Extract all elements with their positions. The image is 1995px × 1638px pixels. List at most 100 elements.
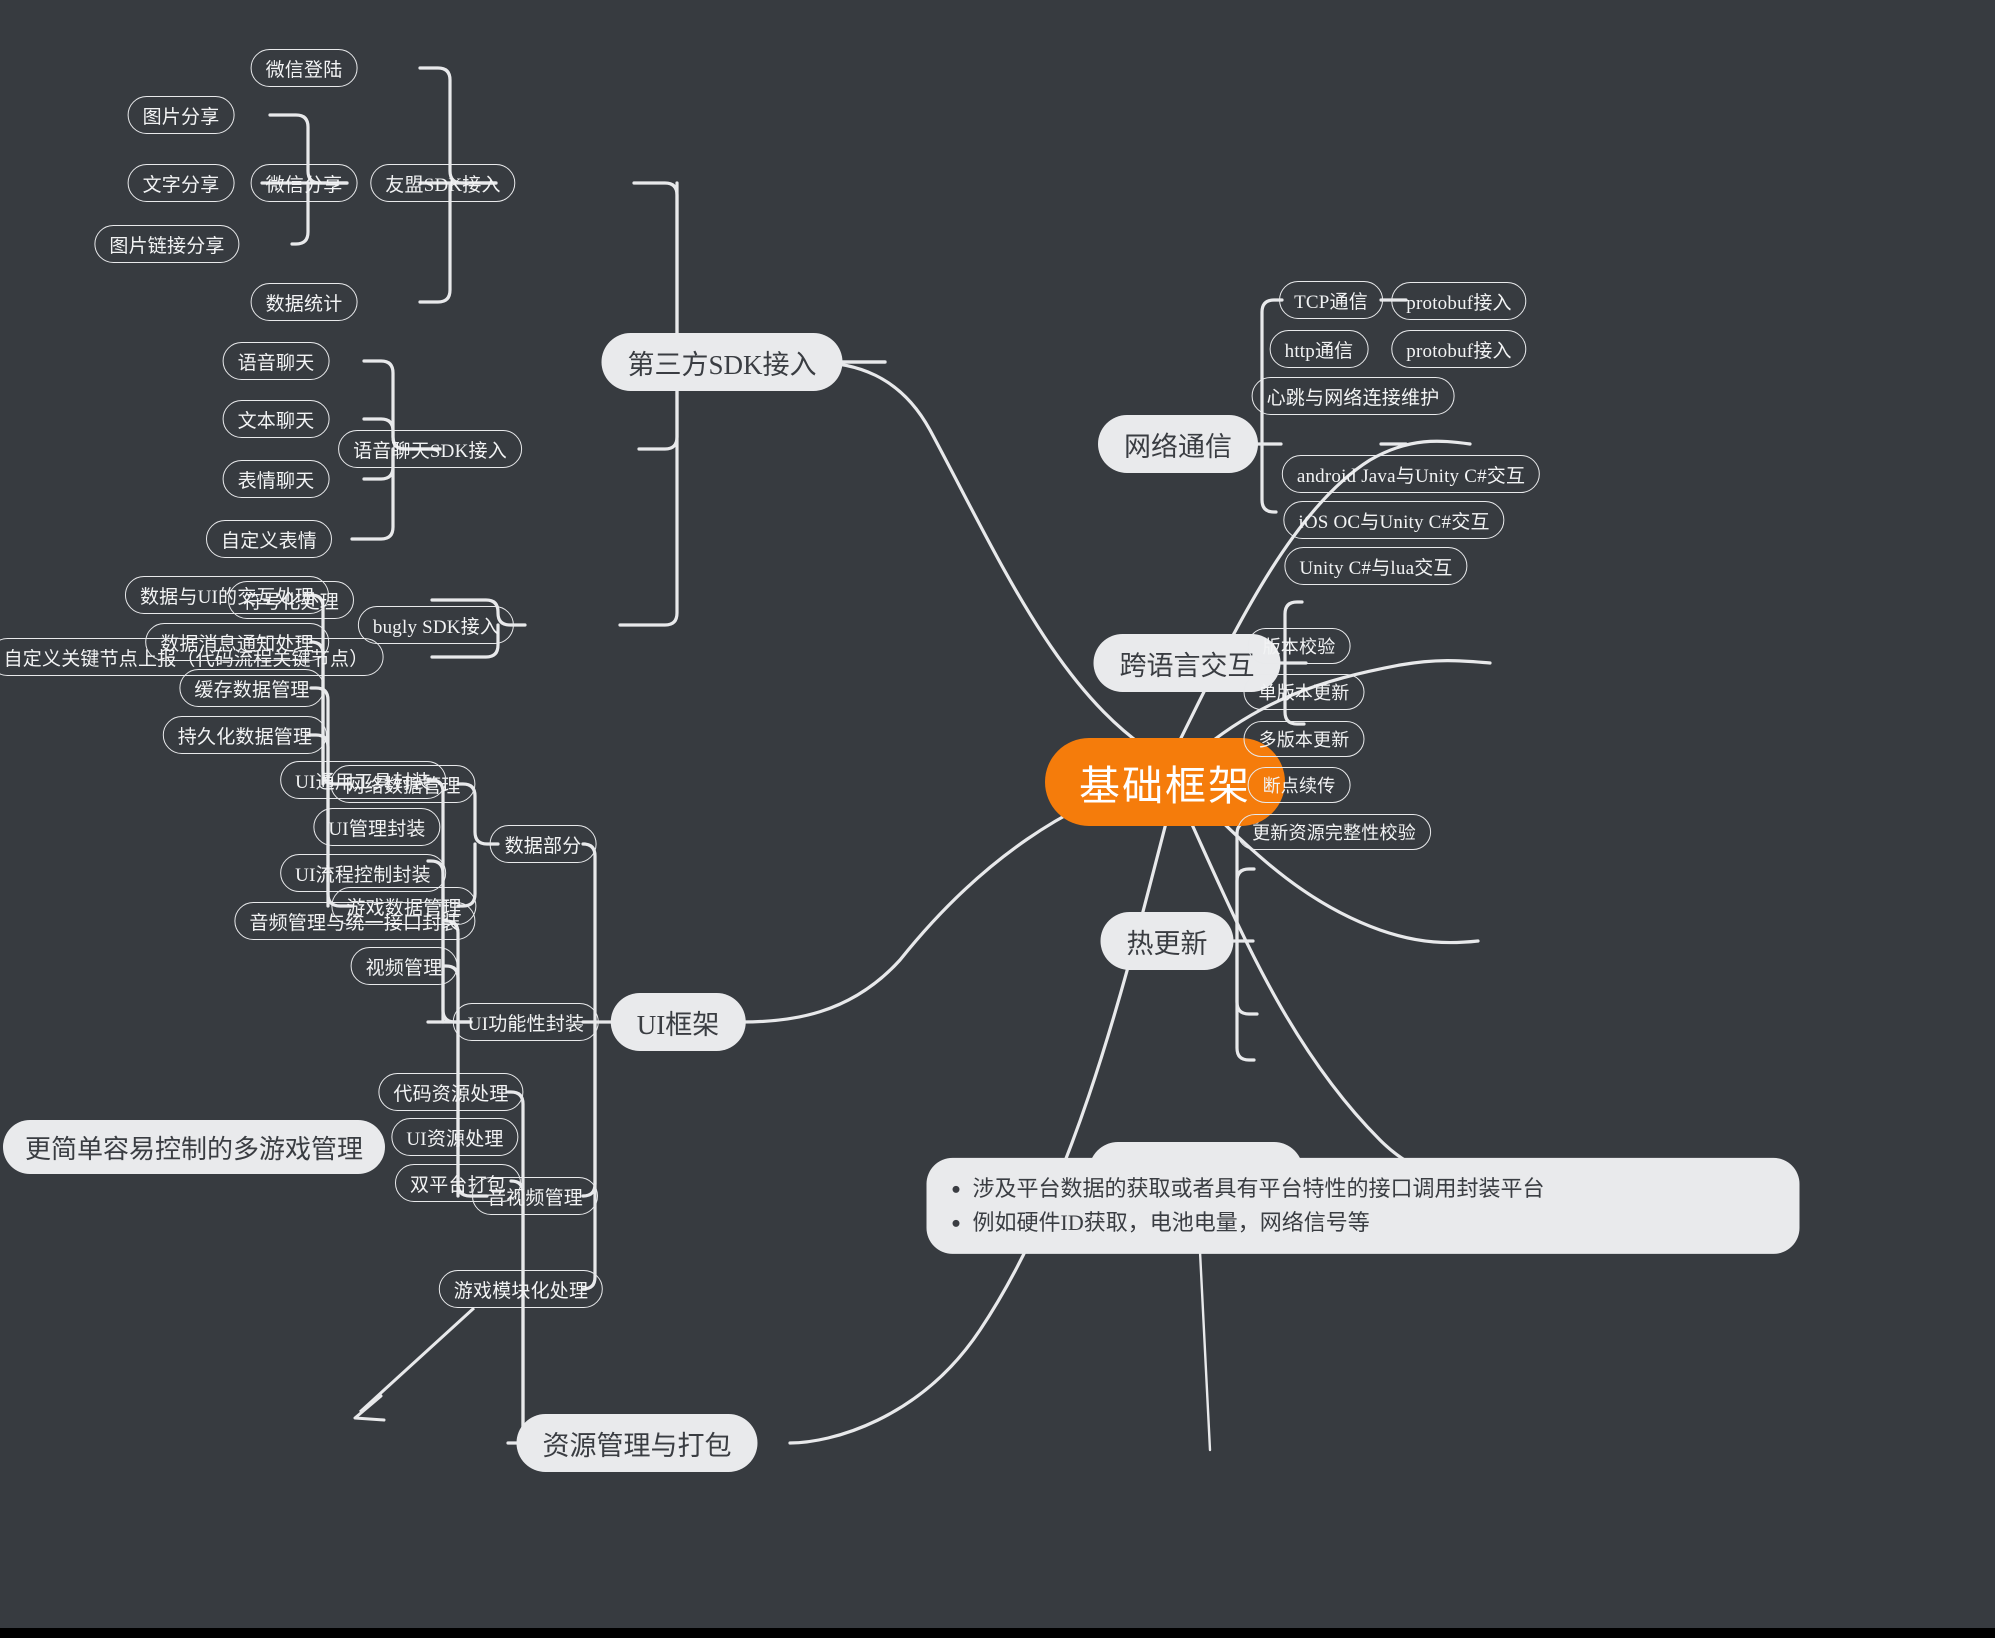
- node-http-communication[interactable]: http通信: [1269, 330, 1369, 368]
- link-net-k1: [1260, 298, 1284, 446]
- node-wechat-share[interactable]: 微信分享: [250, 164, 358, 202]
- node-version-check[interactable]: 版本校验: [1247, 628, 1351, 664]
- node-label: 多版本更新: [1258, 730, 1350, 750]
- node-label: UI通用工具封装: [295, 771, 431, 793]
- node-label: android Java与Unity C#交互: [1296, 465, 1526, 487]
- node-image-link-share[interactable]: 图片链接分享: [94, 225, 240, 263]
- node-data-part[interactable]: 数据部分: [489, 825, 597, 863]
- node-video-management[interactable]: 视频管理: [350, 947, 458, 985]
- node-unity-lua[interactable]: Unity C#与lua交互: [1284, 547, 1468, 585]
- node-label: UI资源处理: [406, 1128, 504, 1150]
- node-heartbeat-connection-maintenance[interactable]: 心跳与网络连接维护: [1251, 377, 1455, 415]
- branch-ui-framework[interactable]: UI框架: [610, 993, 746, 1051]
- node-label: 语音聊天SDK接入: [353, 440, 507, 462]
- root-label: 基础框架: [1079, 763, 1251, 809]
- node-ui-flow-control-encapsulation[interactable]: UI流程控制封装: [280, 854, 446, 892]
- platform-note-box: 涉及平台数据的获取或者具有平台特性的接口调用封装平台 例如硬件ID获取，电池电量…: [926, 1157, 1800, 1255]
- node-ios-oc-unity[interactable]: iOS OC与Unity C#交互: [1283, 501, 1505, 539]
- node-data-ui-interaction[interactable]: 数据与UI的交互处理: [124, 576, 330, 614]
- node-wechat-login[interactable]: 微信登陆: [250, 49, 358, 87]
- branch-label: 第三方SDK接入: [627, 349, 817, 380]
- node-label: 代码资源处理: [393, 1083, 509, 1105]
- node-text-share[interactable]: 文字分享: [127, 164, 235, 202]
- node-label: UI管理封装: [328, 818, 426, 840]
- branch-label: 跨语言交互: [1119, 650, 1255, 681]
- node-ui-resource-processing[interactable]: UI资源处理: [391, 1118, 519, 1156]
- node-ui-manager-encapsulation[interactable]: UI管理封装: [313, 808, 441, 846]
- node-label: 自定义表情: [220, 530, 318, 552]
- node-dual-platform-packaging[interactable]: 双平台打包: [394, 1164, 522, 1202]
- node-multi-version-update[interactable]: 多版本更新: [1243, 721, 1365, 757]
- branch-label: 网络通信: [1124, 431, 1232, 462]
- node-custom-emoji[interactable]: 自定义表情: [205, 520, 333, 558]
- connector-layer: [260, 66, 1500, 1452]
- node-label: 文本聊天: [237, 410, 315, 432]
- node-cache-data-management[interactable]: 缓存数据管理: [179, 669, 325, 707]
- node-label: 微信分享: [265, 174, 343, 196]
- node-single-version-update[interactable]: 单版本更新: [1243, 674, 1365, 710]
- node-code-resource-processing[interactable]: 代码资源处理: [378, 1073, 524, 1111]
- note-line: 涉及平台数据的获取或者具有平台特性的接口调用封装平台: [973, 1172, 1774, 1206]
- node-label: UI流程控制封装: [295, 864, 431, 886]
- node-label: TCP通信: [1294, 291, 1368, 313]
- node-label: 数据与UI的交互处理: [139, 586, 315, 608]
- branch-third-party-sdk[interactable]: 第三方SDK接入: [601, 333, 843, 391]
- branch-network[interactable]: 网络通信: [1098, 415, 1258, 473]
- link-hot-k5: [1235, 939, 1256, 1062]
- branch-resource-management[interactable]: 资源管理与打包: [516, 1414, 758, 1472]
- node-label: 语音聊天: [237, 352, 315, 374]
- node-label: 更新资源完整性校验: [1252, 823, 1416, 843]
- branch-label: 热更新: [1126, 928, 1208, 959]
- node-label: 音频管理与统一接口封装: [249, 912, 461, 934]
- node-label: 友盟SDK接入: [385, 174, 501, 196]
- node-multi-game-management[interactable]: 更简单容易控制的多游戏管理: [2, 1120, 386, 1174]
- link-net-k3: [1260, 442, 1278, 514]
- node-label: 更简单容易控制的多游戏管理: [24, 1134, 364, 1164]
- node-label: 缓存数据管理: [194, 679, 310, 701]
- node-label: 数据统计: [265, 293, 343, 315]
- node-label: 文字分享: [142, 174, 220, 196]
- node-label: 心跳与网络连接维护: [1266, 387, 1440, 409]
- node-text-chat[interactable]: 文本聊天: [222, 400, 330, 438]
- node-protobuf-tcp[interactable]: protobuf接入: [1391, 282, 1527, 320]
- note-line: 例如硬件ID获取，电池电量，网络信号等: [973, 1206, 1774, 1240]
- node-label: 单版本更新: [1258, 683, 1350, 703]
- node-label: 视频管理: [365, 957, 443, 979]
- node-data-message-notification[interactable]: 数据消息通知处理: [145, 623, 329, 661]
- node-label: 版本校验: [1262, 637, 1336, 657]
- node-ui-functional-encapsulation[interactable]: UI功能性封装: [452, 1003, 600, 1041]
- node-label: 图片分享: [142, 106, 220, 128]
- arrow-head-icon: [353, 1394, 386, 1422]
- node-protobuf-http[interactable]: protobuf接入: [1391, 330, 1527, 368]
- node-audio-unified-interface[interactable]: 音频管理与统一接口封装: [234, 902, 476, 940]
- link-hot-k2: [1235, 867, 1256, 943]
- branch-hot-update[interactable]: 热更新: [1100, 912, 1234, 970]
- node-persistent-data-management[interactable]: 持久化数据管理: [162, 716, 328, 754]
- node-label: Unity C#与lua交互: [1299, 557, 1453, 579]
- node-label: 游戏模块化处理: [453, 1280, 589, 1302]
- node-label: 图片链接分享: [109, 235, 225, 257]
- node-label: protobuf接入: [1406, 340, 1512, 362]
- node-label: 持久化数据管理: [177, 726, 313, 748]
- node-tcp-communication[interactable]: TCP通信: [1279, 281, 1383, 319]
- link-root-resource: [788, 798, 1174, 1445]
- node-data-statistics[interactable]: 数据统计: [250, 283, 358, 321]
- link-ui-k3: [581, 1020, 597, 1198]
- node-image-share[interactable]: 图片分享: [127, 96, 235, 134]
- node-voice-chat[interactable]: 语音聊天: [222, 342, 330, 380]
- node-resource-integrity-check[interactable]: 更新资源完整性校验: [1237, 814, 1431, 850]
- node-label: 数据消息通知处理: [160, 633, 314, 655]
- mindmap-canvas: 基础框架 第三方SDK接入 UI框架 资源管理与打包 网络通信 跨语言交互 热更…: [0, 0, 1995, 1638]
- node-label: 双平台打包: [409, 1174, 507, 1196]
- node-bugly-sdk[interactable]: bugly SDK接入: [357, 606, 515, 644]
- node-ui-common-tool-encapsulation[interactable]: UI通用工具封装: [280, 761, 446, 799]
- node-android-java-unity[interactable]: android Java与Unity C#交互: [1281, 455, 1541, 493]
- node-resume-download[interactable]: 断点续传: [1247, 767, 1351, 803]
- node-label: protobuf接入: [1406, 292, 1512, 314]
- node-game-modularization[interactable]: 游戏模块化处理: [438, 1270, 604, 1308]
- node-voice-chat-sdk[interactable]: 语音聊天SDK接入: [338, 430, 522, 468]
- node-label: iOS OC与Unity C#交互: [1298, 511, 1490, 533]
- branch-label: UI框架: [636, 1009, 720, 1040]
- node-emoji-chat[interactable]: 表情聊天: [222, 460, 330, 498]
- node-umeng-sdk[interactable]: 友盟SDK接入: [370, 164, 516, 202]
